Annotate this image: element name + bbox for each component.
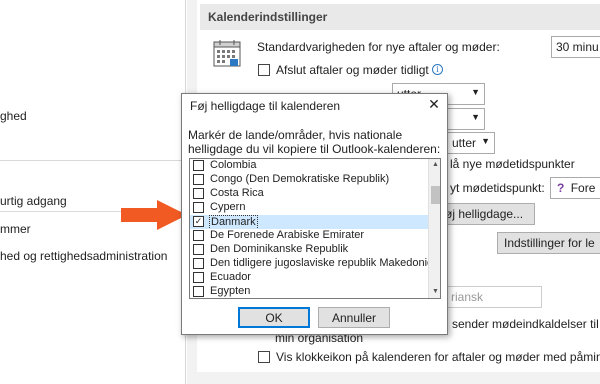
scroll-up-icon[interactable]: ▲ (429, 159, 440, 171)
country-label: De Forenede Arabiske Emirater (210, 229, 365, 241)
show-bell-icon-label: Vis klokkeikon på kalenderen for aftaler… (276, 350, 600, 364)
nav-item-ghed[interactable]: ghed (0, 109, 27, 123)
add-holidays-dialog: Føj helligdage til kalenderen ✕ Markér d… (181, 93, 448, 335)
list-item[interactable]: Ecuador (190, 271, 428, 285)
chevron-down-icon: ▼ (471, 112, 480, 122)
list-item[interactable]: De Forenede Arabiske Emirater (190, 229, 428, 243)
country-label: Danmark (209, 215, 258, 229)
close-icon[interactable]: ✕ (425, 96, 443, 114)
scroll-thumb[interactable] (431, 186, 440, 204)
list-item[interactable]: Costa Rica (190, 187, 428, 201)
country-label: Colombia (210, 159, 257, 171)
arrow-annotation-icon (121, 200, 187, 230)
new-meeting-time-label: yt mødetidspunkt: (450, 181, 545, 195)
list-scrollbar[interactable]: ▲ ▼ (428, 159, 440, 298)
alternate-calendar-select[interactable]: riansk (446, 286, 542, 308)
nav-item-programs[interactable]: mmer (0, 222, 31, 236)
show-bell-icon-checkbox[interactable] (258, 351, 270, 363)
country-checkbox[interactable] (193, 244, 204, 255)
country-label: Cypern (210, 201, 246, 213)
dialog-title: Føj helligdage til kalenderen (190, 99, 341, 113)
country-label: Egypten (210, 285, 251, 297)
options-navigation-pane: ghed urtig adgang mmer hed og rettigheds… (0, 0, 186, 384)
list-item[interactable]: Colombia (190, 159, 428, 173)
list-item[interactable]: Congo (Den Demokratiske Republik) (190, 173, 428, 187)
free-busy-options-button[interactable]: Indstillinger for le (497, 232, 600, 254)
country-checkbox[interactable] (193, 174, 204, 185)
list-item[interactable]: Den tidligere jugoslaviske republik Make… (190, 257, 428, 271)
country-label: Den tidligere jugoslaviske republik Make… (210, 257, 428, 269)
nav-separator (0, 160, 186, 161)
question-mark-icon: ? (557, 181, 565, 195)
nav-item-trust-center[interactable]: hed og rettighedsadministration (0, 249, 167, 263)
scroll-down-icon[interactable]: ▼ (429, 286, 440, 298)
chevron-down-icon: ▼ (481, 136, 490, 146)
calendar-settings-header: Kalenderindstillinger (200, 4, 600, 30)
country-checkbox[interactable] (193, 272, 204, 283)
cancel-button[interactable]: Annuller (318, 307, 390, 328)
ok-button[interactable]: OK (238, 307, 310, 328)
country-checkbox[interactable] (193, 188, 204, 199)
country-checkbox[interactable] (193, 258, 204, 269)
end-early-label: Afslut aftaler og møder tidligt (276, 63, 429, 77)
dialog-instruction: Markér de lande/områder, hvis nationale … (188, 128, 441, 156)
list-item[interactable]: Cypern (190, 201, 428, 215)
default-duration-label: Standardvarigheden for nye aftaler og mø… (257, 40, 500, 54)
calendar-icon (210, 38, 246, 70)
nav-item-quick-access[interactable]: urtig adgang (0, 194, 67, 208)
country-checkbox[interactable]: ✓ (193, 216, 204, 227)
end-early-long-select[interactable]: utter ▼ (447, 132, 495, 154)
chevron-down-icon: ▼ (471, 87, 480, 97)
list-item[interactable]: ✓ Danmark (190, 215, 428, 229)
info-icon: i (432, 64, 443, 75)
country-label: Ecuador (210, 271, 251, 283)
country-checkbox[interactable] (193, 286, 204, 297)
countries-listbox[interactable]: Colombia Congo (Den Demokratiske Republik… (189, 158, 441, 299)
new-meeting-time-select[interactable]: ? Fore (550, 177, 600, 199)
country-checkbox[interactable] (193, 202, 204, 213)
country-checkbox[interactable] (193, 160, 204, 171)
country-label: Congo (Den Demokratiske Republik) (210, 173, 390, 185)
default-duration-select[interactable]: 30 minu (551, 36, 600, 58)
send-invites-label: sender mødeindkaldelser til p (452, 317, 600, 331)
list-item[interactable]: Egypten (190, 285, 428, 298)
country-checkbox[interactable] (193, 230, 204, 241)
end-early-checkbox[interactable] (258, 64, 270, 76)
propose-new-times-label: lå nye mødetidspunkter (450, 157, 575, 171)
add-holidays-button[interactable]: øj helligdage... (440, 203, 535, 225)
list-item[interactable]: Den Dominikanske Republik (190, 243, 428, 257)
country-label: Costa Rica (210, 187, 264, 199)
country-label: Den Dominikanske Republik (210, 243, 349, 255)
